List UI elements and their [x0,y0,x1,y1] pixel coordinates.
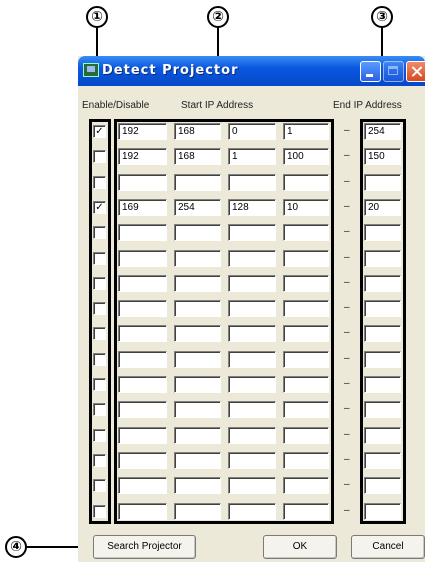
maximize-icon [383,61,404,82]
callout-3: ③ [371,6,393,28]
enable-column-highlight [89,119,111,524]
projector-app-icon [83,63,99,77]
range-separator: – [344,453,350,465]
range-separator: – [344,302,350,314]
start-ip-column-highlight [114,119,334,524]
callout-4: ④ [5,536,27,558]
range-separator: – [344,428,350,440]
range-separator: – [344,150,350,162]
range-separator: – [344,352,350,364]
range-separator: – [344,378,350,389]
range-separator: – [344,479,350,491]
enable-disable-header: Enable/Disable [82,100,150,111]
range-separator: – [344,200,350,212]
range-separator: – [344,504,350,516]
range-separator: – [344,327,350,339]
range-separator: – [344,276,350,288]
detect-projector-window: Detect Projector Enable/Disable Start IP… [78,56,425,562]
end-ip-column-highlight [360,119,406,524]
start-ip-header: Start IP Address [181,100,254,111]
window-title: Detect Projector [102,63,239,78]
search-projector-button[interactable]: Search Projector [93,535,196,559]
range-separator: – [344,226,350,238]
range-separator: – [344,403,350,415]
end-ip-header: End IP Address [333,100,402,111]
close-icon[interactable] [406,61,425,82]
callout-2: ② [207,6,229,28]
range-separator: – [344,125,350,136]
ok-button[interactable]: OK [263,535,337,559]
cancel-button[interactable]: Cancel [351,535,425,559]
range-separator: – [344,251,350,263]
minimize-icon[interactable] [360,61,381,82]
title-bar[interactable]: Detect Projector [78,56,425,86]
callout-1: ① [86,6,108,28]
range-separator: – [344,175,350,187]
